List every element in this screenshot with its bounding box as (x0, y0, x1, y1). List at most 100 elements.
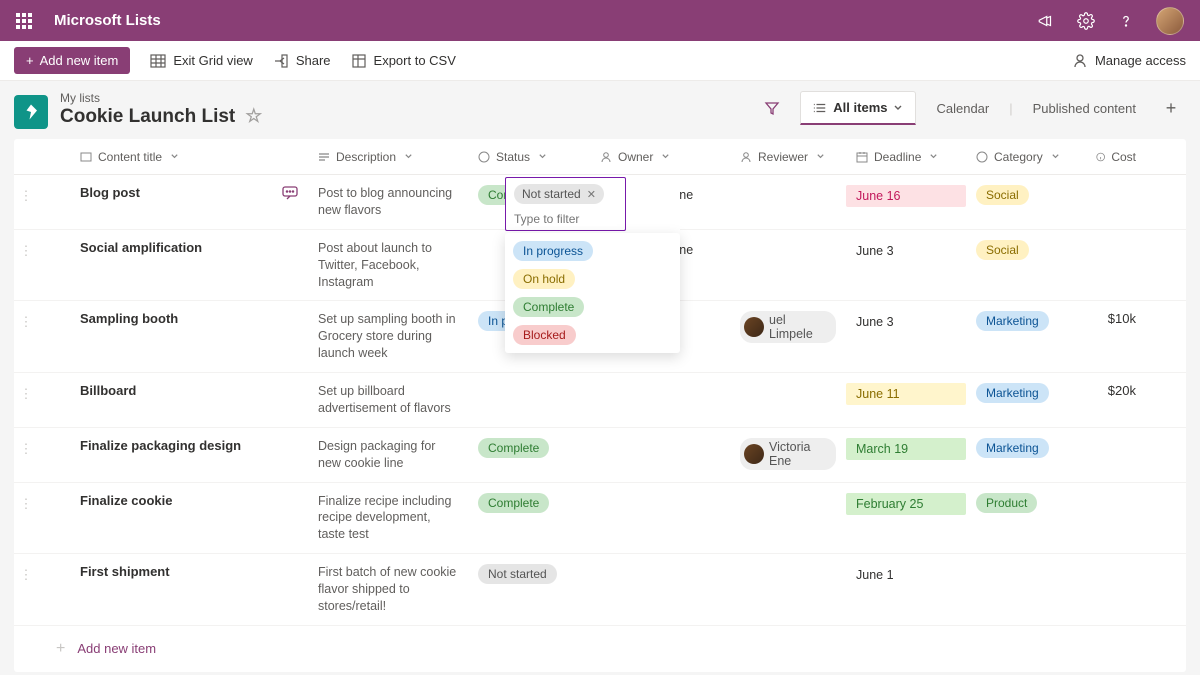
table-row[interactable]: ⋮Finalize packaging designDesign packagi… (14, 428, 1186, 483)
list-grid: Content title Description Status Owner R (14, 139, 1186, 672)
drag-handle-icon[interactable]: ⋮ (14, 493, 38, 512)
person-icon (1072, 53, 1088, 69)
settings-icon[interactable] (1076, 11, 1096, 31)
plus-icon: + (26, 53, 34, 68)
row-title: Billboard (80, 383, 136, 398)
status-options-panel: In progress On hold Complete Blocked (505, 233, 680, 353)
status-pill[interactable]: Complete (478, 493, 549, 513)
row-description: Set up billboard advertisement of flavor… (308, 383, 468, 417)
add-view-button[interactable]: + (1156, 93, 1186, 123)
suite-header: Microsoft Lists (0, 0, 1200, 41)
choice-icon (478, 151, 490, 163)
col-reviewer[interactable]: Reviewer (730, 150, 846, 164)
category-pill[interactable]: Product (976, 493, 1037, 513)
app-name: Microsoft Lists (54, 12, 161, 29)
person-icon (740, 151, 752, 163)
row-title: Finalize cookie (80, 493, 172, 508)
status-filter-box[interactable]: Not started ✕ (505, 177, 626, 231)
col-content-title[interactable]: Content title (38, 150, 308, 164)
exit-grid-view-button[interactable]: Exit Grid view (150, 53, 252, 69)
chevron-down-icon (661, 152, 670, 161)
filter-icon[interactable] (758, 94, 786, 122)
calendar-icon (856, 151, 868, 163)
category-pill[interactable]: Social (976, 185, 1029, 205)
breadcrumb[interactable]: My lists (60, 91, 262, 105)
category-pill[interactable]: Social (976, 240, 1029, 260)
row-description: Finalize recipe including recipe develop… (308, 493, 468, 544)
choice-icon (976, 151, 988, 163)
status-option-in-progress[interactable]: In progress (513, 241, 593, 261)
row-title: Finalize packaging design (80, 438, 241, 453)
col-description[interactable]: Description (308, 150, 468, 164)
drag-handle-icon[interactable]: ⋮ (14, 311, 38, 330)
cost-cell: $20k (1086, 383, 1146, 398)
deadline-cell[interactable]: June 1 (846, 564, 966, 586)
status-pill[interactable]: Not started (478, 564, 557, 584)
manage-access-button[interactable]: Manage access (1072, 53, 1186, 69)
status-filter-dropdown: Not started ✕ In progress On hold Comple… (505, 177, 680, 353)
deadline-cell[interactable]: June 16 (846, 185, 966, 207)
category-pill[interactable]: Marketing (976, 383, 1049, 403)
deadline-cell[interactable]: June 11 (846, 383, 966, 405)
deadline-cell[interactable]: March 19 (846, 438, 966, 460)
share-button[interactable]: Share (273, 53, 331, 69)
category-pill[interactable]: Marketing (976, 438, 1049, 458)
view-calendar[interactable]: Calendar (930, 97, 995, 120)
cost-cell: $10k (1086, 311, 1146, 326)
grid-icon (150, 53, 166, 69)
deadline-cell[interactable]: June 3 (846, 311, 966, 333)
share-icon (273, 53, 289, 69)
chevron-down-icon (893, 103, 903, 113)
chevron-down-icon (929, 152, 938, 161)
info-icon (1096, 151, 1105, 163)
favorite-star-icon[interactable]: ☆ (245, 105, 262, 128)
status-chip-not-started[interactable]: Not started ✕ (514, 184, 604, 204)
drag-handle-icon[interactable]: ⋮ (14, 438, 38, 457)
status-pill[interactable]: Complete (478, 438, 549, 458)
col-category[interactable]: Category (966, 150, 1086, 164)
row-title: Sampling booth (80, 311, 178, 326)
list-header: My lists Cookie Launch List ☆ All items … (14, 91, 1186, 129)
drag-handle-icon[interactable]: ⋮ (14, 564, 38, 583)
person-icon (600, 151, 612, 163)
command-bar: + Add new item Exit Grid view Share Expo… (0, 41, 1200, 81)
status-filter-input[interactable] (514, 212, 617, 226)
reviewer-pill[interactable]: uel Limpele (740, 311, 836, 343)
chevron-down-icon (170, 152, 179, 161)
remove-chip-icon[interactable]: ✕ (587, 188, 596, 201)
plus-icon: + (56, 640, 65, 658)
status-option-complete[interactable]: Complete (513, 297, 584, 317)
chevron-down-icon (404, 152, 413, 161)
view-published-content[interactable]: Published content (1027, 97, 1142, 120)
add-new-item-row[interactable]: + Add new item (14, 626, 1186, 672)
drag-handle-icon[interactable]: ⋮ (14, 383, 38, 402)
category-pill[interactable]: Marketing (976, 311, 1049, 331)
lines-icon (318, 151, 330, 163)
user-avatar[interactable] (1156, 7, 1184, 35)
comment-icon[interactable] (282, 185, 298, 201)
drag-handle-icon[interactable]: ⋮ (14, 240, 38, 259)
col-status[interactable]: Status (468, 150, 590, 164)
reviewer-pill[interactable]: Victoria Ene (740, 438, 836, 470)
col-cost[interactable]: Cost (1086, 150, 1146, 164)
row-title: Blog post (80, 185, 140, 200)
col-owner[interactable]: Owner (590, 150, 730, 164)
export-csv-button[interactable]: Export to CSV (351, 53, 456, 69)
table-row[interactable]: ⋮First shipmentFirst batch of new cookie… (14, 554, 1186, 626)
help-icon[interactable] (1116, 11, 1136, 31)
table-row[interactable]: ⋮ Billboard Set up billboard advertisement… (14, 373, 1186, 428)
megaphone-icon[interactable] (1036, 11, 1056, 31)
chevron-down-icon (538, 152, 547, 161)
status-option-blocked[interactable]: Blocked (513, 325, 576, 345)
add-new-item-button[interactable]: + Add new item (14, 47, 130, 74)
text-icon (80, 151, 92, 163)
status-option-on-hold[interactable]: On hold (513, 269, 575, 289)
app-launcher-icon[interactable] (8, 5, 40, 37)
table-row[interactable]: ⋮ Finalize cookie Finalize recipe includin… (14, 483, 1186, 555)
deadline-cell[interactable]: February 25 (846, 493, 966, 515)
col-deadline[interactable]: Deadline (846, 150, 966, 164)
drag-handle-icon[interactable]: ⋮ (14, 185, 38, 204)
chevron-down-icon (816, 152, 825, 161)
view-all-items[interactable]: All items (800, 91, 916, 125)
deadline-cell[interactable]: June 3 (846, 240, 966, 262)
